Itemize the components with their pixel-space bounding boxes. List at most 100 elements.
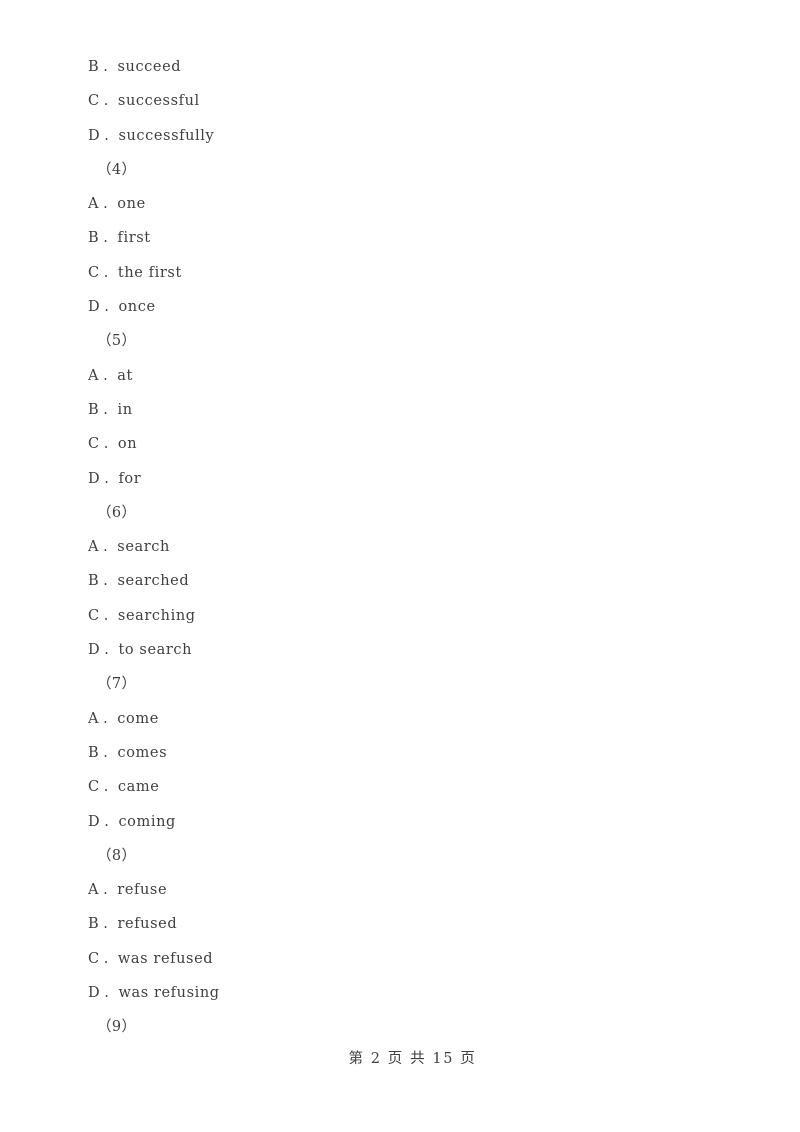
option-separator: . [103,950,109,967]
option-row: D. coming [88,805,712,839]
option-text: once [118,299,156,316]
option-row: C. the first [88,256,712,290]
option-letter: D [88,642,101,659]
option-text: succeed [117,59,182,75]
option-letter: A [88,539,100,556]
option-separator: . [104,642,110,659]
question-list: B. succeed C. successful D. successfully （4） A.… [88,50,712,1045]
option-text: searching [117,607,196,624]
option-text: one [117,196,146,213]
option-letter: D [88,985,101,1002]
option-letter: C [88,436,100,453]
option-letter: C [88,607,100,624]
option-letter: C [88,779,100,796]
option-text: successful [117,93,200,110]
option-separator: . [103,196,109,213]
option-text: successfully [118,127,215,144]
question-number: （5） [97,333,137,350]
question-number: （7） [97,676,137,693]
option-row: C. on [88,427,712,461]
option-letter: D [88,299,101,316]
option-letter: A [88,710,100,727]
option-row: D. was refusing [88,976,712,1010]
option-separator: . [103,539,109,556]
option-separator: . [103,779,109,796]
option-letter: D [88,470,101,487]
option-text: searched [117,573,190,590]
option-row: C. was refused [88,942,712,976]
option-letter: B [88,59,100,75]
option-text: come [117,710,159,727]
page-footer: 第 2 页 共 15 页 [0,1031,800,1084]
option-text: was refused [117,950,214,967]
option-row: A. refuse [88,873,712,907]
option-row: C. successful [88,84,712,118]
option-text: at [117,367,133,384]
option-row: A. at [88,359,712,393]
option-text: on [117,436,138,453]
option-text: first [117,230,151,247]
option-text: refused [117,916,178,933]
option-row: B. succeed [88,50,712,84]
question-number: （6） [97,504,137,521]
option-row: B. in [88,393,712,427]
option-separator: . [103,710,109,727]
option-separator: . [104,470,110,487]
question-number: （8） [97,847,137,864]
option-separator: . [104,127,110,144]
option-separator: . [104,813,110,830]
option-row: D. successfully [88,119,712,153]
option-separator: . [103,93,109,110]
option-letter: B [88,230,100,247]
option-row: C. searching [88,599,712,633]
option-letter: B [88,401,100,418]
option-letter: B [88,744,100,761]
option-separator: . [103,436,109,453]
option-row: A. search [88,530,712,564]
option-separator: . [103,401,109,418]
option-letter: C [88,950,100,967]
option-row: B. searched [88,564,712,598]
option-text: the first [117,264,182,281]
option-letter: B [88,573,100,590]
option-letter: A [88,367,100,384]
option-separator: . [103,59,109,75]
option-separator: . [103,744,109,761]
option-separator: . [103,367,109,384]
option-letter: C [88,93,100,110]
option-letter: A [88,882,100,899]
option-row: A. come [88,702,712,736]
option-text: came [117,779,160,796]
option-row: B. refused [88,907,712,941]
option-row: D. once [88,290,712,324]
option-letter: D [88,127,101,144]
option-separator: . [104,985,110,1002]
option-text: coming [118,813,176,830]
question-number: （4） [97,161,137,178]
option-row: D. to search [88,633,712,667]
option-text: search [117,539,170,556]
option-separator: . [104,299,110,316]
page-number-label: 第 2 页 共 15 页 [348,1051,477,1067]
document-page: B. succeed C. successful D. successfully （4） A.… [0,0,800,1132]
option-letter: C [88,264,100,281]
option-row: D. for [88,462,712,496]
option-separator: . [103,264,109,281]
option-text: in [117,401,133,418]
option-letter: D [88,813,101,830]
option-separator: . [103,916,109,933]
option-separator: . [103,573,109,590]
option-separator: . [103,882,109,899]
option-text: refuse [117,882,168,899]
option-text: for [118,470,142,487]
option-separator: . [103,230,109,247]
option-text: comes [117,744,168,761]
option-row: A. one [88,187,712,221]
option-letter: B [88,916,100,933]
option-text: to search [118,642,193,659]
option-text: was refusing [118,985,220,1002]
option-row: B. comes [88,736,712,770]
option-letter: A [88,196,100,213]
option-row: C. came [88,770,712,804]
option-row: B. first [88,221,712,255]
